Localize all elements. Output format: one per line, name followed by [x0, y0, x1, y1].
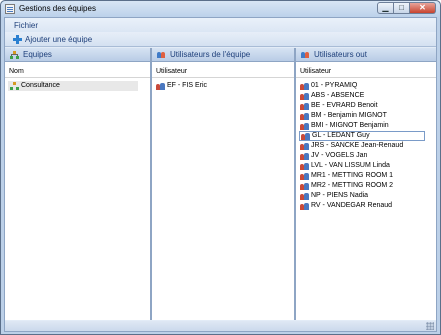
- teams-panel: Equipes Nom Consultance: [5, 48, 150, 320]
- teams-column-header[interactable]: Nom: [5, 65, 150, 78]
- main-window: Gestions des équipes ▁ □ ✕ Fichier Ajout…: [0, 0, 441, 335]
- users-out-panel-title: Utilisateurs out: [314, 50, 367, 59]
- app-icon: [5, 4, 15, 14]
- list-item[interactable]: NP - PIENS Nadia: [296, 191, 436, 201]
- user-icon: [156, 82, 165, 90]
- users-out-panel: Utilisateurs out Utilisateur 01 - PYRAMI…: [296, 48, 436, 320]
- user-name: RV - VANDEGAR Renaud: [311, 202, 393, 209]
- window-title: Gestions des équipes: [19, 4, 96, 13]
- users-out-column-header[interactable]: Utilisateur: [296, 65, 436, 78]
- team-name: Consultance: [21, 82, 60, 89]
- menu-bar: Fichier: [5, 18, 436, 32]
- user-name: JV - VOGELS Jan: [311, 152, 368, 159]
- add-team-label: Ajouter une équipe: [25, 35, 93, 44]
- team-row-consultance[interactable]: Consultance: [8, 81, 138, 91]
- window-controls: ▁ □ ✕: [377, 2, 436, 14]
- team-icon: [10, 82, 19, 90]
- user-name: 01 - PYRAMIQ: [311, 82, 358, 89]
- user-name: GL - LEDANT Guy: [312, 132, 370, 139]
- user-icon: [300, 152, 309, 160]
- teams-panel-header: Equipes: [5, 48, 150, 62]
- menu-file[interactable]: Fichier: [14, 21, 38, 30]
- close-button[interactable]: ✕: [410, 2, 436, 14]
- list-item[interactable]: LVL - VAN LISSUM Linda: [296, 161, 436, 171]
- maximize-button[interactable]: □: [394, 2, 410, 14]
- user-name: BE - EVRARD Benoit: [311, 102, 378, 109]
- minimize-button[interactable]: ▁: [377, 2, 394, 14]
- user-icon: [300, 102, 309, 110]
- user-icon: [300, 122, 309, 130]
- team-users-list[interactable]: EF - FIS Eric: [152, 78, 294, 91]
- user-icon: [301, 132, 310, 140]
- user-name: JRS - SANCKE Jean-Renaud: [311, 142, 404, 149]
- list-item-focused[interactable]: GL - LEDANT Guy: [299, 131, 425, 141]
- list-item[interactable]: 01 - PYRAMIQ: [296, 81, 436, 91]
- user-name: MR2 - METTING ROOM 2: [311, 182, 394, 189]
- user-icon: [300, 182, 309, 190]
- title-bar[interactable]: Gestions des équipes ▁ □ ✕: [1, 1, 440, 17]
- user-name: MR1 - METTING ROOM 1: [311, 172, 394, 179]
- list-item[interactable]: BE - EVRARD Benoit: [296, 101, 436, 111]
- list-item[interactable]: EF - FIS Eric: [152, 81, 294, 91]
- user-name: NP - PIENS Nadia: [311, 192, 369, 199]
- list-item[interactable]: JRS - SANCKE Jean-Renaud: [296, 141, 436, 151]
- team-users-panel-title: Utilisateurs de l'équipe: [170, 50, 251, 59]
- user-name: ABS - ABSENCE: [311, 92, 365, 99]
- user-name: BM - Benjamin MIGNOT: [311, 112, 387, 119]
- teams-panel-title: Equipes: [23, 50, 52, 59]
- user-icon: [300, 142, 309, 150]
- resize-grip[interactable]: [426, 322, 434, 330]
- team-users-column-header[interactable]: Utilisateur: [152, 65, 294, 78]
- user-icon: [300, 92, 309, 100]
- users-icon: [301, 51, 310, 59]
- plus-icon: [13, 35, 22, 44]
- list-item[interactable]: BMI - MIGNOT Benjamin: [296, 121, 436, 131]
- user-icon: [300, 82, 309, 90]
- list-item[interactable]: BM - Benjamin MIGNOT: [296, 111, 436, 121]
- status-bar: [5, 321, 436, 331]
- client-area: Fichier Ajouter une équipe Equipes Nom C…: [4, 17, 437, 332]
- team-users-panel-header: Utilisateurs de l'équipe: [152, 48, 294, 62]
- user-name: EF - FIS Eric: [167, 82, 208, 89]
- list-item[interactable]: JV - VOGELS Jan: [296, 151, 436, 161]
- panels-container: Equipes Nom Consultance Utilisateurs de …: [5, 48, 436, 320]
- user-icon: [300, 192, 309, 200]
- add-team-button[interactable]: Ajouter une équipe: [13, 34, 92, 45]
- list-item[interactable]: RV - VANDEGAR Renaud: [296, 201, 436, 211]
- user-name: BMI - MIGNOT Benjamin: [311, 122, 389, 129]
- teams-list[interactable]: Consultance: [5, 78, 150, 91]
- toolbar: Ajouter une équipe: [5, 32, 436, 47]
- team-tree-icon: [10, 51, 19, 59]
- user-icon: [300, 202, 309, 210]
- user-icon: [300, 112, 309, 120]
- user-icon: [300, 172, 309, 180]
- user-name: LVL - VAN LISSUM Linda: [311, 162, 390, 169]
- team-users-panel: Utilisateurs de l'équipe Utilisateur EF …: [152, 48, 294, 320]
- list-item[interactable]: ABS - ABSENCE: [296, 91, 436, 101]
- user-icon: [300, 162, 309, 170]
- users-out-panel-header: Utilisateurs out: [296, 48, 436, 62]
- users-out-list[interactable]: 01 - PYRAMIQ ABS - ABSENCE BE - EVRARD B…: [296, 78, 436, 211]
- list-item[interactable]: MR2 - METTING ROOM 2: [296, 181, 436, 191]
- list-item[interactable]: MR1 - METTING ROOM 1: [296, 171, 436, 181]
- users-icon: [157, 51, 166, 59]
